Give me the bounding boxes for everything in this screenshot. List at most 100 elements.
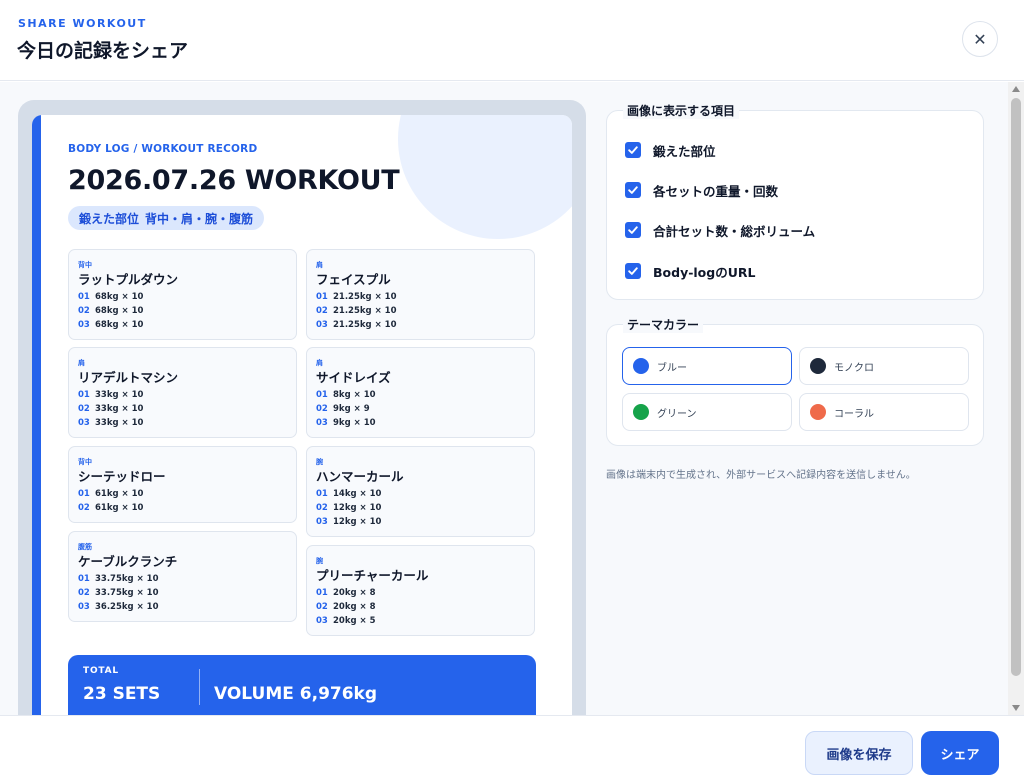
checkbox-checked-icon[interactable] — [625, 142, 641, 158]
trained-parts-label: 鍛えた部位 — [79, 211, 140, 226]
exercise-name: サイドレイズ — [316, 370, 391, 385]
display-options-legend: 画像に表示する項目 — [623, 102, 740, 119]
total-divider — [199, 669, 200, 705]
privacy-note: 画像は端末内で生成され、外部サービスへ記録内容を送信しません。 — [606, 470, 916, 481]
set-row: 02 20kg × 8 — [316, 600, 376, 614]
set-number: 02 — [316, 602, 328, 612]
exercise-card: 腹筋 ケーブルクランチ 01 33.75kg × 10 02 33.75kg × 10 03… — [68, 531, 297, 622]
modal-content: BODY LOG / WORKOUT RECORD 2026.07.26 WOR… — [0, 82, 1008, 715]
set-row: 01 33kg × 10 — [78, 388, 143, 402]
exercise-set-list: 01 8kg × 10 02 9kg × 9 03 9kg × 10 — [316, 388, 376, 430]
checkbox-checked-icon[interactable] — [625, 182, 641, 198]
exercise-set-list: 01 21.25kg × 10 02 21.25kg × 10 03 21.25kg × … — [316, 290, 397, 332]
set-number: 03 — [78, 320, 90, 330]
exercise-card: 背中 シーテッドロー 01 61kg × 10 02 61kg × 10 — [68, 446, 297, 523]
set-number: 02 — [78, 588, 90, 598]
display-option-checkbox[interactable]: 鍛えた部位 — [625, 140, 716, 160]
exercise-card: 腕ハンマーカール 01 14kg × 10 02 12kg × 10 03 12kg × 1… — [306, 446, 535, 537]
theme-color-option[interactable]: ブルー — [622, 347, 792, 385]
set-row: 01 61kg × 10 — [78, 487, 143, 501]
set-weight-reps: 21.25kg × 10 — [333, 292, 397, 302]
set-weight-reps: 9kg × 10 — [333, 418, 376, 428]
set-row: 01 14kg × 10 — [316, 487, 381, 501]
share-button[interactable]: シェア — [921, 731, 999, 775]
set-number: 03 — [316, 418, 328, 428]
save-image-button[interactable]: 画像を保存 — [805, 731, 913, 775]
exercise-set-list: 01 68kg × 10 02 68kg × 10 03 68kg × 10 — [78, 290, 143, 332]
exercise-card: 肩サイドレイズ 01 8kg × 10 02 9kg × 9 03 9kg × 10 — [306, 347, 535, 438]
theme-color-option[interactable]: モノクロ — [799, 347, 969, 385]
display-option-checkbox[interactable]: Body-logのURL — [625, 261, 755, 281]
exercise-name: ラットプルダウン — [78, 272, 179, 287]
set-weight-reps: 68kg × 10 — [95, 320, 144, 330]
set-weight-reps: 33.75kg × 10 — [95, 588, 159, 598]
set-weight-reps: 68kg × 10 — [95, 292, 144, 302]
set-row: 03 20kg × 5 — [316, 614, 376, 628]
trained-parts-value: 背中・肩・腕・腹筋 — [145, 211, 254, 226]
exercise-set-list: 01 14kg × 10 02 12kg × 10 03 12kg × 10 — [316, 487, 381, 529]
set-number: 02 — [78, 404, 90, 414]
close-icon: ✕ — [973, 29, 987, 49]
scrollbar-thumb[interactable] — [1011, 98, 1021, 676]
total-label: TOTAL — [83, 666, 119, 676]
theme-color-legend: テーマカラー — [623, 316, 704, 333]
exercise-name: ケーブルクランチ — [78, 554, 178, 569]
set-row: 03 21.25kg × 10 — [316, 318, 397, 332]
exercise-set-list: 01 33kg × 10 02 33kg × 10 03 33kg × 10 — [78, 388, 143, 430]
theme-color-label: コーラル — [834, 408, 874, 420]
total-sets: 23 SETS — [83, 684, 161, 704]
scrollbar[interactable] — [1008, 82, 1024, 715]
set-number: 03 — [78, 418, 90, 428]
set-row: 02 33kg × 10 — [78, 402, 143, 416]
checkbox-checked-icon[interactable] — [625, 263, 641, 279]
exercise-card: 腕プリーチャーカール 01 20kg × 8 02 20kg × 8 03 20kg × 5 — [306, 545, 535, 636]
exercise-set-list: 01 33.75kg × 10 02 33.75kg × 10 03 36.25kg × … — [78, 572, 159, 614]
exercise-name: リアデルトマシン — [78, 370, 179, 385]
workout-title: 2026.07.26 WORKOUT — [68, 165, 400, 196]
set-weight-reps: 8kg × 10 — [333, 390, 376, 400]
set-row: 01 68kg × 10 — [78, 290, 143, 304]
scroll-down-arrow-icon[interactable] — [1012, 705, 1020, 711]
set-row: 02 21.25kg × 10 — [316, 304, 397, 318]
set-row: 03 33kg × 10 — [78, 416, 143, 430]
scroll-up-arrow-icon[interactable] — [1012, 86, 1020, 92]
set-weight-reps: 20kg × 5 — [333, 616, 376, 626]
set-number: 01 — [316, 588, 328, 598]
exercise-set-list: 01 20kg × 8 02 20kg × 8 03 20kg × 5 — [316, 586, 376, 628]
checkbox-checked-icon[interactable] — [625, 222, 641, 238]
set-row: 03 9kg × 10 — [316, 416, 376, 430]
display-option-checkbox[interactable]: 合計セット数・総ボリューム — [625, 220, 815, 240]
set-row: 02 61kg × 10 — [78, 501, 143, 515]
set-row: 01 33.75kg × 10 — [78, 572, 159, 586]
theme-color-group: テーマカラー ブルー モノクロ グリーン コーラル — [606, 316, 984, 446]
set-number: 02 — [78, 306, 90, 316]
exercise-card: 肩リアデルトマシン 01 33kg × 10 02 33kg × 10 03 33kg × … — [68, 347, 297, 438]
display-option-label: 鍛えた部位 — [653, 143, 716, 159]
modal-header: SHARE WORKOUT 今日の記録をシェア ✕ — [0, 0, 1024, 81]
display-option-checkbox[interactable]: 各セットの重量・回数 — [625, 180, 778, 200]
exercise-name: プリーチャーカール — [316, 568, 429, 583]
set-weight-reps: 61kg × 10 — [95, 489, 144, 499]
display-option-label: 各セットの重量・回数 — [653, 183, 779, 199]
set-weight-reps: 61kg × 10 — [95, 503, 144, 513]
total-volume: VOLUME 6,976kg — [214, 684, 378, 704]
set-weight-reps: 12kg × 10 — [333, 503, 382, 513]
set-weight-reps: 20kg × 8 — [333, 588, 376, 598]
set-row: 02 9kg × 9 — [316, 402, 376, 416]
set-row: 02 33.75kg × 10 — [78, 586, 159, 600]
set-number: 02 — [78, 503, 90, 513]
close-button[interactable]: ✕ — [962, 21, 998, 57]
set-weight-reps: 33kg × 10 — [95, 418, 144, 428]
set-weight-reps: 20kg × 8 — [333, 602, 376, 612]
color-dot-icon — [633, 404, 649, 420]
card-decoration-circle — [398, 115, 572, 239]
set-weight-reps: 36.25kg × 10 — [95, 602, 159, 612]
theme-color-option[interactable]: コーラル — [799, 393, 969, 431]
set-number: 01 — [316, 292, 328, 302]
exercise-card: 背中 ラットプルダウン 01 68kg × 10 02 68kg × 10 03 68kg ×… — [68, 249, 297, 340]
theme-color-option[interactable]: グリーン — [622, 393, 792, 431]
color-dot-icon — [810, 358, 826, 374]
color-dot-icon — [810, 404, 826, 420]
set-weight-reps: 14kg × 10 — [333, 489, 382, 499]
exercise-set-list: 01 61kg × 10 02 61kg × 10 — [78, 487, 143, 515]
